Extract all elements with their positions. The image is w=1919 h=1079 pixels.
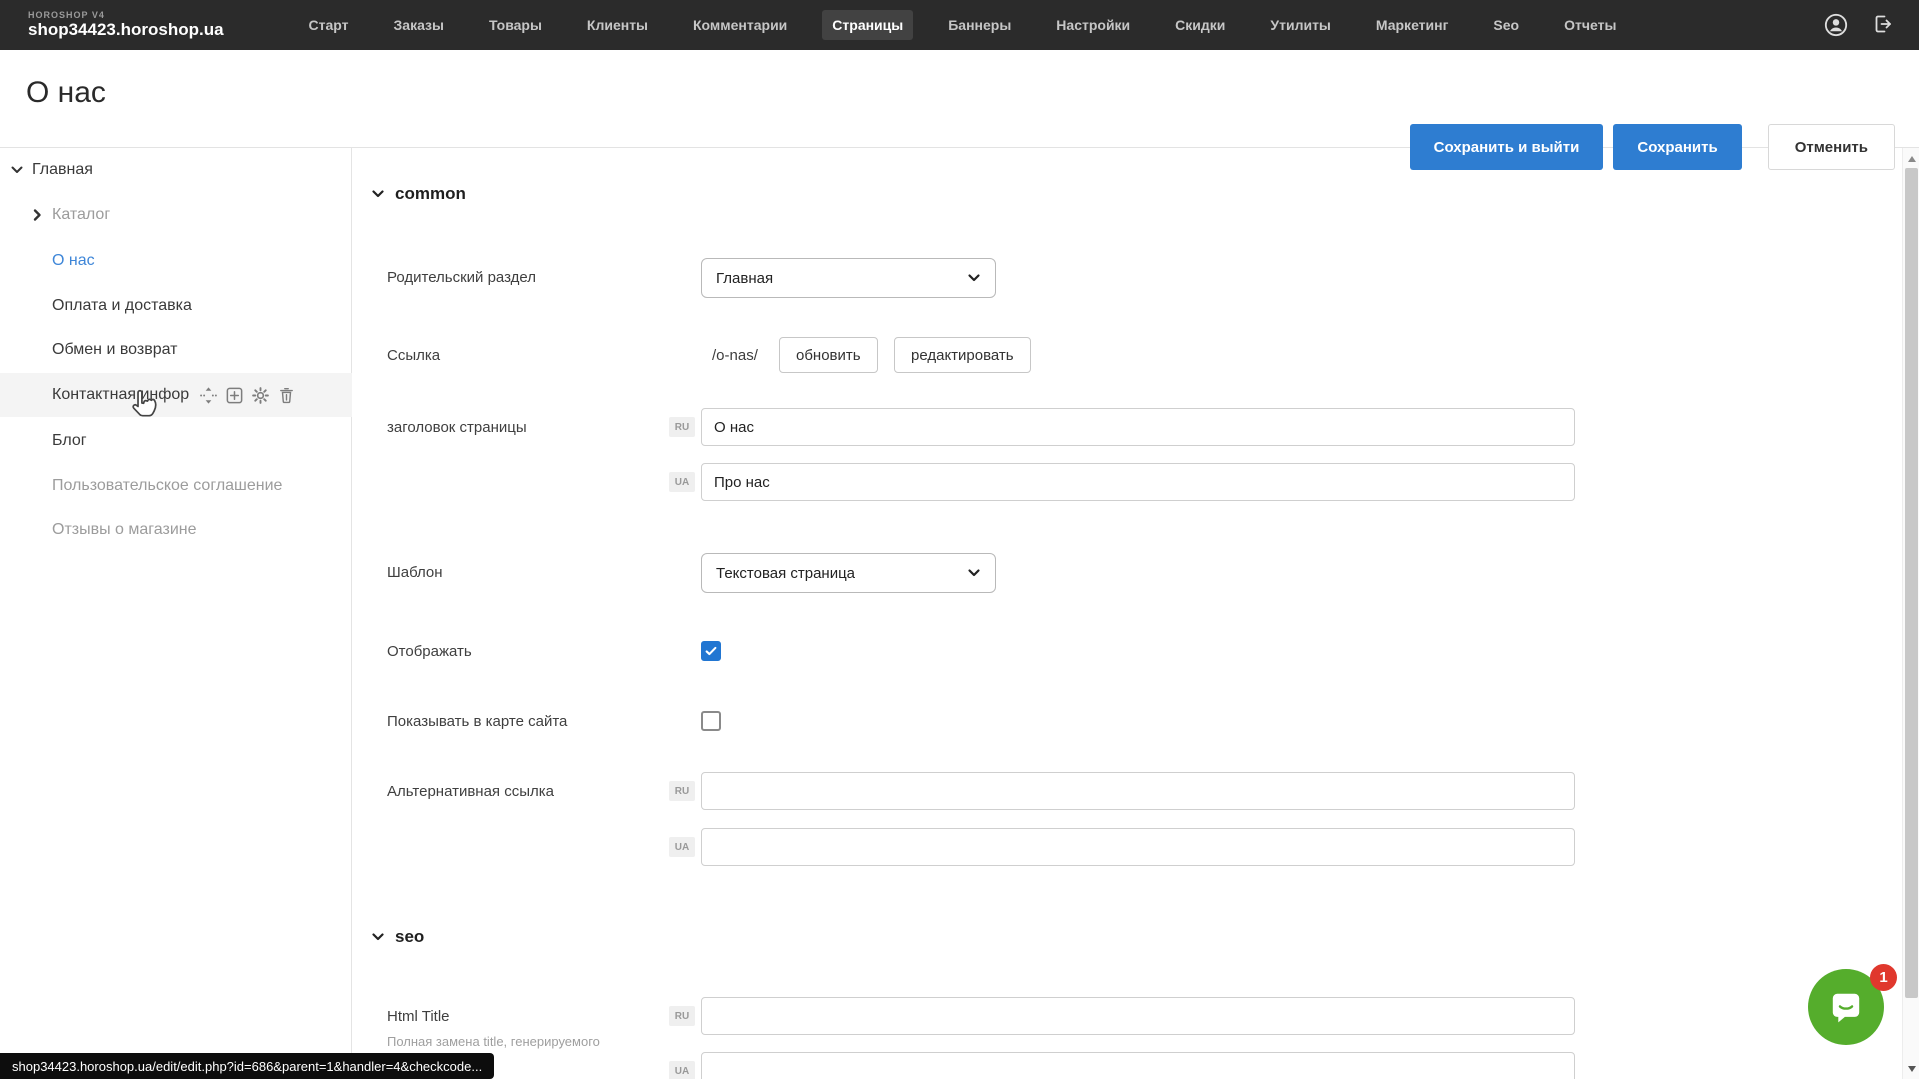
header-actions: Сохранить и выйти Сохранить Отменить [1410,124,1895,170]
cancel-button[interactable]: Отменить [1768,124,1895,170]
scroll-up-arrow[interactable] [1903,150,1919,167]
status-url-tooltip: shop34423.horoshop.ua/edit/edit.php?id=6… [0,1053,494,1079]
link-edit-button[interactable]: редактировать [894,337,1031,373]
lang-ua-tag: UA [669,1061,695,1079]
nav-comments[interactable]: Комментарии [683,10,797,40]
alt-link-label: Альтернативная ссылка [387,783,554,800]
sidebar-item-contact-info[interactable]: Контактная инфор [0,373,352,417]
logo-domain: shop34423.horoshop.ua [28,21,224,40]
lang-ua-tag: UA [669,472,695,492]
sidebar-item-blog[interactable]: Блог [0,419,352,463]
settings-icon[interactable] [251,386,270,405]
chat-widget-button[interactable]: 1 [1808,969,1884,1045]
scrollbar-thumb[interactable] [1905,168,1918,998]
check-icon [704,644,718,658]
sidebar-item-home[interactable]: Главная [0,148,352,192]
vertical-scrollbar[interactable] [1902,148,1919,1079]
account-icon[interactable] [1823,12,1849,38]
sidebar-item-about[interactable]: О нас [0,239,352,283]
nav-products[interactable]: Товары [479,10,552,40]
nav-marketing[interactable]: Маркетинг [1366,10,1459,40]
save-and-exit-button[interactable]: Сохранить и выйти [1410,124,1604,170]
nav-banners[interactable]: Баннеры [938,10,1021,40]
section-title: common [395,184,466,204]
page-edit-form: common Родительский раздел Главная Ссылк… [353,148,1902,1079]
pages-tree-sidebar: Главная Каталог О нас Оплата и доставка … [0,148,352,1079]
chevron-down-icon[interactable] [10,163,24,177]
section-common-toggle[interactable]: common [371,184,466,204]
link-refresh-button[interactable]: обновить [779,337,878,373]
chevron-down-icon [371,930,385,944]
sidebar-item-label: Обмен и возврат [52,341,177,359]
section-seo-toggle[interactable]: seo [371,927,424,947]
sidebar-item-label: О нас [52,252,95,270]
nav-clients[interactable]: Клиенты [577,10,658,40]
sidebar-item-label: Отзывы о магазине [52,521,197,539]
display-label: Отображать [387,643,472,660]
topbar: HOROSHOP V4 shop34423.horoshop.ua Старт … [0,0,1919,50]
section-title: seo [395,927,424,947]
sidebar-item-catalog[interactable]: Каталог [0,193,352,237]
sidebar-item-label: Главная [32,161,93,179]
move-icon[interactable] [199,386,218,405]
nav-discounts[interactable]: Скидки [1165,10,1235,40]
sidebar-item-user-agreement[interactable]: Пользовательское соглашение [0,464,352,508]
alt-link-ru-input[interactable] [701,772,1575,810]
sidebar-item-label: Пользовательское соглашение [52,477,282,495]
page-title-ru-input[interactable] [701,408,1575,446]
lang-ru-tag: RU [669,417,695,437]
nav-pages[interactable]: Страницы [822,10,913,40]
nav-start[interactable]: Старт [299,10,359,40]
page-title: О нас [26,76,106,110]
html-title-ua-input[interactable] [701,1052,1575,1079]
logout-icon[interactable] [1871,12,1897,38]
link-path-value: /o-nas/ [712,347,758,364]
template-label: Шаблон [387,564,443,581]
page-title-ua-input[interactable] [701,463,1575,501]
html-title-ru-input[interactable] [701,997,1575,1035]
nav-settings[interactable]: Настройки [1046,10,1140,40]
delete-icon[interactable] [277,386,296,405]
lang-ru-tag: RU [669,1006,695,1026]
tree-row-actions [199,386,296,405]
parent-section-label: Родительский раздел [387,269,536,286]
link-label: Ссылка [387,347,440,364]
sidebar-item-label: Контактная инфор [52,386,189,404]
html-title-hint: Полная замена title, генерируемого [387,1034,600,1049]
nav-seo[interactable]: Seo [1483,10,1529,40]
app-logo[interactable]: HOROSHOP V4 shop34423.horoshop.ua [28,11,224,40]
save-button[interactable]: Сохранить [1613,124,1741,170]
lang-ua-tag: UA [669,837,695,857]
scroll-down-arrow[interactable] [1903,1060,1919,1077]
top-navigation: Старт Заказы Товары Клиенты Комментарии … [299,10,1627,40]
page-title-label: заголовок страницы [387,419,527,436]
chevron-down-icon [371,187,385,201]
lang-ru-tag: RU [669,781,695,801]
select-value: Текстовая страница [716,565,967,582]
template-select[interactable]: Текстовая страница [701,553,996,593]
sidebar-item-store-reviews[interactable]: Отзывы о магазине [0,508,352,552]
nav-reports[interactable]: Отчеты [1554,10,1626,40]
chevron-down-icon [967,271,981,285]
sitemap-label: Показывать в карте сайта [387,713,567,730]
sidebar-item-label: Блог [52,432,87,450]
select-value: Главная [716,270,967,287]
sidebar-item-label: Оплата и доставка [52,297,192,315]
chat-unread-badge: 1 [1870,964,1897,991]
parent-section-select[interactable]: Главная [701,258,996,298]
page-header: О нас Сохранить и выйти Сохранить Отмени… [0,50,1919,148]
sidebar-item-label: Каталог [52,206,110,224]
chevron-down-icon [967,566,981,580]
nav-utilities[interactable]: Утилиты [1260,10,1340,40]
display-checkbox[interactable] [701,641,721,661]
alt-link-ua-input[interactable] [701,828,1575,866]
chevron-right-icon[interactable] [30,208,44,222]
add-icon[interactable] [225,386,244,405]
html-title-label: Html Title [387,1008,450,1025]
sitemap-checkbox[interactable] [701,711,721,731]
nav-orders[interactable]: Заказы [384,10,454,40]
sidebar-item-payment-delivery[interactable]: Оплата и доставка [0,284,352,328]
sidebar-item-exchange-return[interactable]: Обмен и возврат [0,328,352,372]
